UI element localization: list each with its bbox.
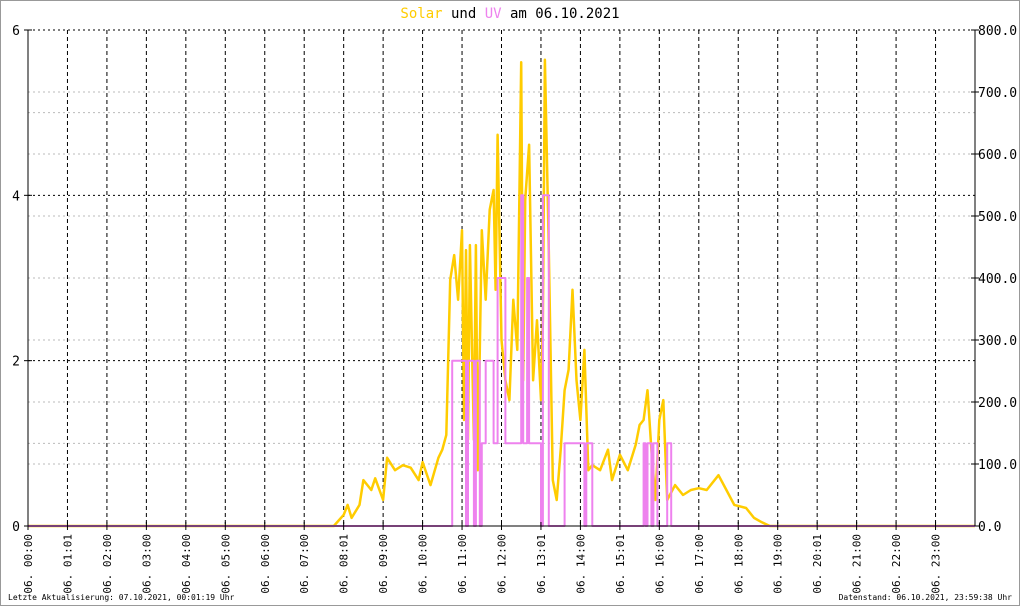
data-timestamp-text: Datenstand: 06.10.2021, 23:59:38 Uhr <box>838 593 1012 602</box>
x-tick-label: 06. 07:00 <box>298 534 311 594</box>
x-tick-label: 06. 12:00 <box>496 534 509 594</box>
x-tick-label: 06. 23:00 <box>930 534 943 594</box>
image-border <box>0 0 1020 606</box>
x-tick-label: 06. 09:00 <box>377 534 390 594</box>
last-update-text: Letzte Aktualisierung: 07.10.2021, 00:01… <box>8 593 235 602</box>
x-tick-label: 06. 01:01 <box>61 534 74 594</box>
x-tick-label: 06. 16:00 <box>653 534 666 594</box>
x-tick-label: 06. 04:00 <box>180 534 193 594</box>
right-tick-label: 500.0 <box>978 210 1017 225</box>
left-tick-label: 0 <box>12 520 20 535</box>
chart-title: Solar und UV am 06.10.2021 <box>400 6 619 22</box>
x-tick-label: 06. 06:00 <box>259 534 272 594</box>
x-tick-label: 06. 03:00 <box>140 534 153 594</box>
x-tick-label: 06. 17:00 <box>693 534 706 594</box>
right-tick-label: 800.0 <box>978 24 1017 39</box>
title-part: Solar <box>400 6 442 22</box>
x-tick-label: 06. 10:00 <box>417 534 430 594</box>
right-tick-label: 400.0 <box>978 272 1017 287</box>
right-tick-label: 0.0 <box>978 520 1001 535</box>
solar-uv-chart: Solar und UV am 06.10.2021 0.0 100.0 200.0… <box>0 0 1020 606</box>
x-tick-label: 06. 05:00 <box>219 534 232 594</box>
right-tick-label: 100.0 <box>978 458 1017 473</box>
right-tick-label: 300.0 <box>978 334 1017 349</box>
x-tick-label: 06. 22:00 <box>890 534 903 594</box>
left-tick-label: 2 <box>12 355 20 370</box>
x-tick-label: 06. 20:01 <box>811 534 824 594</box>
x-tick-label: 06. 00:00 <box>22 534 35 594</box>
x-tick-label: 06. 15:01 <box>614 534 627 594</box>
right-tick-label: 700.0 <box>978 86 1017 101</box>
right-tick-label: 600.0 <box>978 148 1017 163</box>
x-tick-label: 06. 08:01 <box>338 534 351 594</box>
x-tick-label: 06. 19:00 <box>772 534 785 594</box>
left-tick-label: 6 <box>12 24 20 39</box>
title-part: und <box>443 6 485 22</box>
x-tick-label: 06. 14:00 <box>574 534 587 594</box>
title-part: UV <box>485 6 502 22</box>
x-tick-label: 06. 11:00 <box>456 534 469 594</box>
right-tick-label: 200.0 <box>978 396 1017 411</box>
x-tick-label: 06. 02:00 <box>101 534 114 594</box>
title-part: am 06.10.2021 <box>502 6 620 22</box>
chart-image: Solar und UV am 06.10.2021 0.0 100.0 200.0… <box>0 0 1020 606</box>
x-tick-label: 06. 18:00 <box>732 534 745 594</box>
x-tick-label: 06. 13:01 <box>535 534 548 594</box>
left-tick-label: 4 <box>12 189 20 204</box>
x-tick-label: 06. 21:00 <box>851 534 864 594</box>
